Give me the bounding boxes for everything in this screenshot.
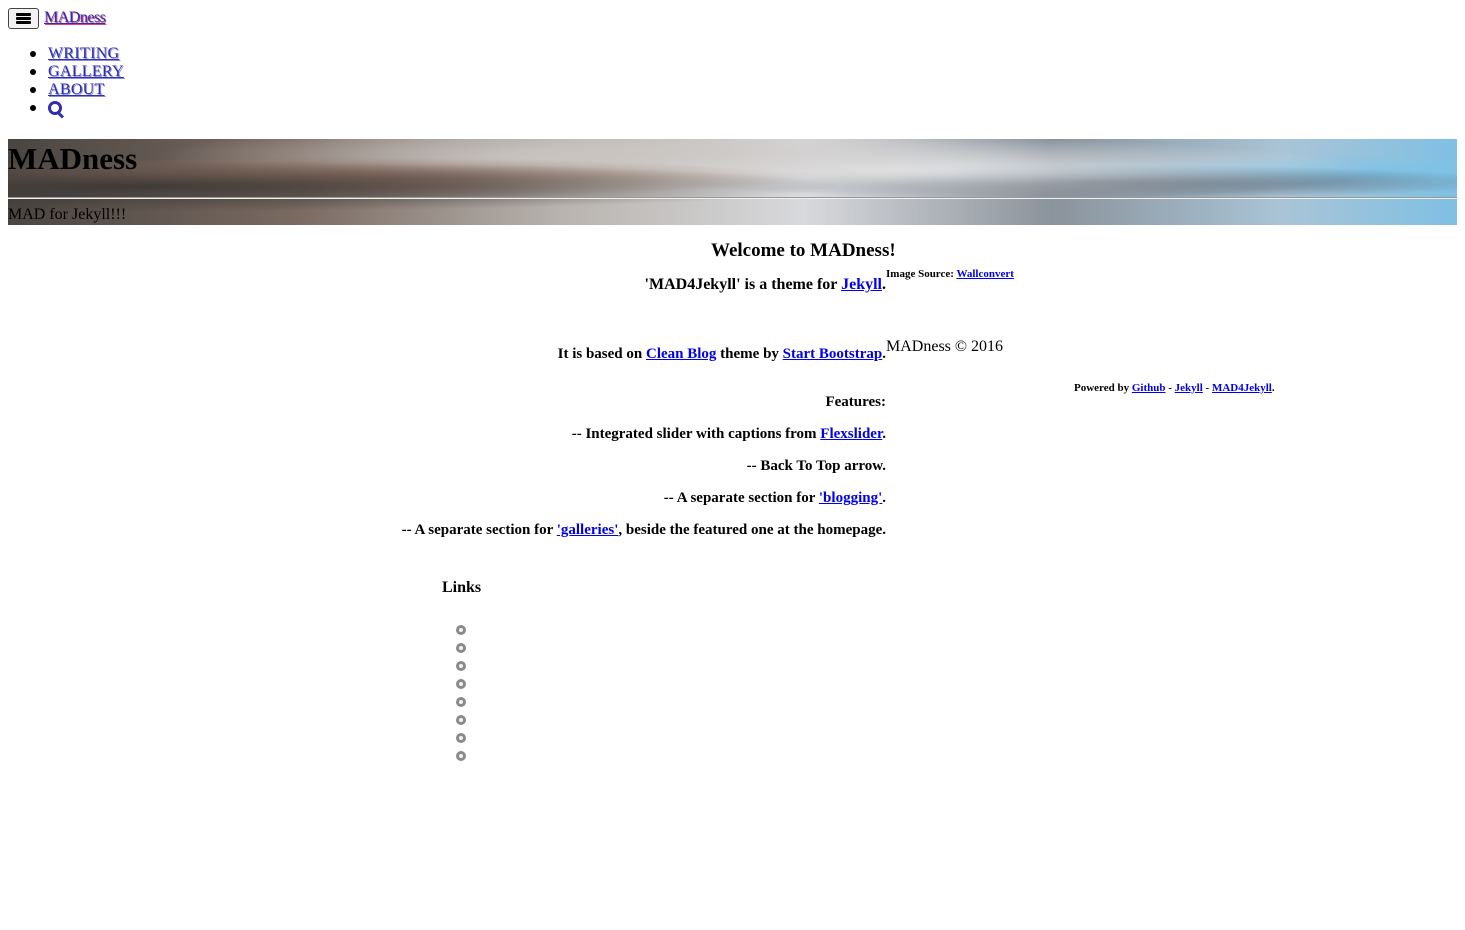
menu-toggle-button[interactable] bbox=[8, 8, 39, 29]
feature-back-to-top: -- Back To Top arrow. bbox=[746, 458, 886, 474]
header-banner: MADness MAD for Jekyll!!! bbox=[8, 139, 1457, 225]
site-heading: MADness bbox=[8, 141, 138, 176]
nav-link-gallery[interactable]: GALLERY bbox=[48, 63, 124, 80]
theme-line: 'MAD4Jekyll' is a theme for Jekyll. bbox=[645, 276, 886, 294]
feature-slider: -- Integrated slider with captions from … bbox=[572, 426, 886, 443]
github-link[interactable]: Github bbox=[1132, 382, 1166, 394]
pinterest-icon[interactable] bbox=[456, 715, 466, 725]
nav-item-search bbox=[30, 99, 124, 119]
site-subheading: MAD for Jekyll!!! bbox=[8, 206, 127, 223]
powered-prefix: Powered by bbox=[1074, 382, 1132, 394]
powered-by: Powered by Github - Jekyll - MAD4Jekyll. bbox=[1074, 382, 1275, 394]
image-source: Image Source: Wallconvert bbox=[886, 268, 1014, 280]
feature4-prefix: -- A separate section for bbox=[401, 522, 557, 538]
brand-link[interactable]: MADness bbox=[44, 9, 106, 27]
copyright-text: MADness © 2016 bbox=[886, 338, 1004, 355]
welcome-heading: Welcome to MADness! bbox=[711, 240, 896, 261]
twitter-icon[interactable] bbox=[456, 625, 466, 635]
nav-item-writing: WRITING bbox=[30, 45, 124, 63]
feature4-suffix: , beside the featured one at the homepag… bbox=[618, 522, 886, 538]
social-links bbox=[456, 625, 466, 769]
based-on-line: It is based on Clean Blog theme by Start… bbox=[558, 346, 886, 363]
nav-item-gallery: GALLERY bbox=[30, 63, 124, 81]
clean-blog-link[interactable]: Clean Blog bbox=[646, 346, 716, 362]
github-icon[interactable] bbox=[456, 661, 466, 671]
nav-link-about[interactable]: ABOUT bbox=[48, 81, 105, 98]
linkedin-icon[interactable] bbox=[456, 697, 466, 707]
search-link[interactable] bbox=[48, 101, 65, 119]
based-prefix: It is based on bbox=[557, 346, 646, 362]
start-bootstrap-link[interactable]: Start Bootstrap bbox=[783, 346, 883, 362]
powered-sep-1: - bbox=[1165, 382, 1175, 394]
search-icon bbox=[48, 101, 65, 119]
links-heading: Links bbox=[442, 579, 482, 596]
mad4jekyll-link[interactable]: MAD4Jekyll bbox=[1212, 382, 1272, 394]
page: MADness WRITING GALLERY ABOUT MADness MA… bbox=[0, 0, 1465, 930]
theme-prefix: 'MAD4Jekyll' is a theme for bbox=[644, 276, 842, 293]
galleries-link[interactable]: 'galleries' bbox=[557, 522, 619, 538]
feature-blogging: -- A separate section for 'blogging'. bbox=[664, 490, 886, 507]
email-icon[interactable] bbox=[456, 751, 466, 761]
feature1-suffix: . bbox=[882, 426, 886, 442]
feature3-suffix: . bbox=[882, 490, 886, 506]
feature3-prefix: -- A separate section for bbox=[663, 490, 819, 506]
flickr-icon[interactable] bbox=[456, 733, 466, 743]
jekyll-link[interactable]: Jekyll bbox=[841, 276, 882, 293]
blogging-link[interactable]: 'blogging' bbox=[819, 490, 882, 506]
flexslider-link[interactable]: Flexslider bbox=[820, 426, 882, 442]
wallconvert-link[interactable]: Wallconvert bbox=[956, 268, 1013, 280]
feature1-prefix: -- Integrated slider with captions from bbox=[571, 426, 821, 442]
facebook-icon[interactable] bbox=[456, 643, 466, 653]
feature-galleries: -- A separate section for 'galleries', b… bbox=[402, 522, 886, 539]
header-divider bbox=[8, 197, 1457, 199]
nav-item-about: ABOUT bbox=[30, 81, 124, 99]
image-source-label: Image Source: bbox=[886, 268, 957, 280]
powered-suffix: . bbox=[1271, 382, 1275, 394]
nav-link-writing[interactable]: WRITING bbox=[48, 45, 119, 62]
instagram-icon[interactable] bbox=[456, 679, 466, 689]
nav-menu: WRITING GALLERY ABOUT bbox=[30, 45, 124, 119]
jekyll-footer-link[interactable]: Jekyll bbox=[1175, 382, 1203, 394]
based-mid: theme by bbox=[716, 346, 783, 362]
powered-sep-2: - bbox=[1202, 382, 1212, 394]
features-heading: Features: bbox=[825, 394, 886, 410]
hamburger-icon bbox=[16, 13, 31, 24]
